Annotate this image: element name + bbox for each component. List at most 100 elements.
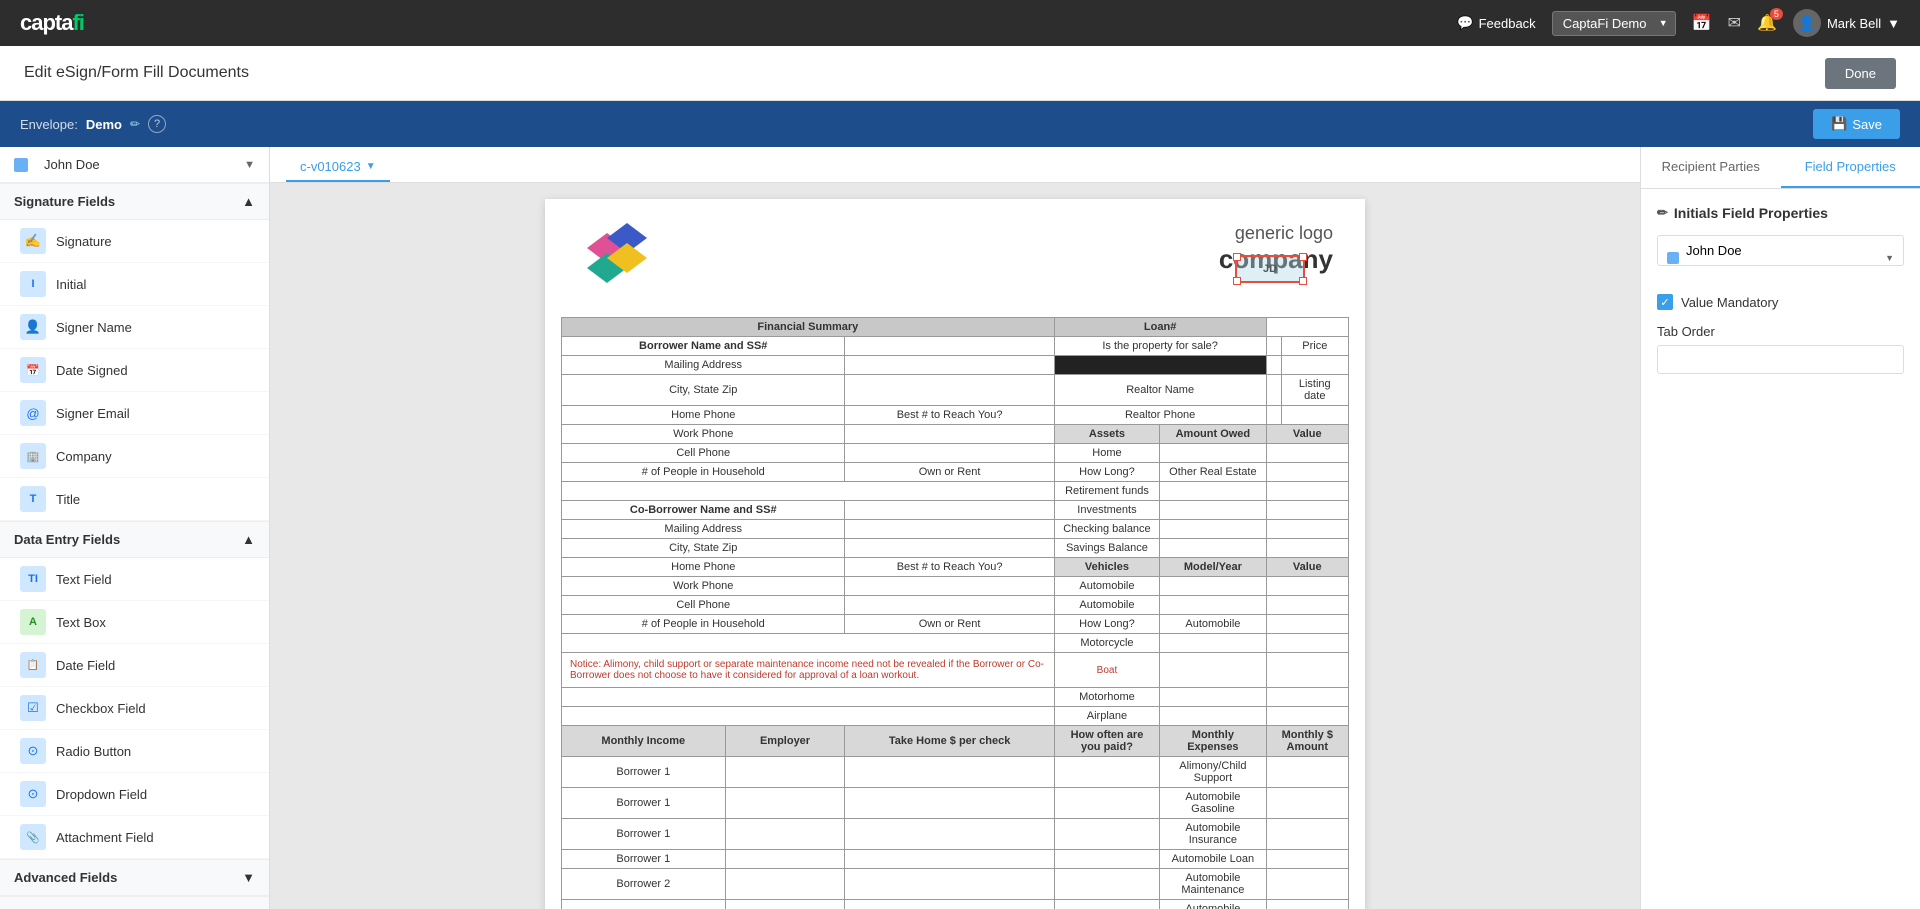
field-item-date-field[interactable]: 📋 Date Field: [0, 644, 269, 687]
table-cell: Own or Rent: [845, 463, 1054, 482]
table-cell: [1266, 356, 1281, 375]
table-cell: [1266, 634, 1348, 653]
table-cell: [562, 482, 1055, 501]
table-row: City, State Zip Savings Balance: [562, 539, 1349, 558]
table-cell: [1160, 501, 1266, 520]
signer-email-field-icon: @: [20, 400, 46, 426]
field-item-radio[interactable]: ⊙ Radio Button: [0, 730, 269, 773]
tab-recipient-parties[interactable]: Recipient Parties: [1641, 147, 1781, 188]
text-box-field-icon: A: [20, 609, 46, 635]
table-row: Mailing Address Checking balance: [562, 520, 1349, 539]
field-item-title[interactable]: T Title: [0, 478, 269, 521]
done-button[interactable]: Done: [1825, 58, 1896, 89]
table-cell: Take Home $ per check: [845, 726, 1054, 757]
notice-row: Notice: Alimony, child support or separa…: [562, 653, 1349, 688]
field-item-text-box[interactable]: A Text Box: [0, 601, 269, 644]
calendar-icon[interactable]: 📅: [1692, 13, 1712, 33]
recipient-selector[interactable]: John Doe ▼: [0, 147, 269, 183]
document-page: generic logo company JD: [545, 199, 1365, 909]
table-cell: [1266, 819, 1348, 850]
table-row: Borrower 1 Automobile Loan: [562, 850, 1349, 869]
doc-logo-area: generic logo company JD: [545, 199, 1365, 317]
table-cell: Is the property for sale?: [1054, 337, 1266, 356]
initial-field-label: Initial: [56, 277, 86, 292]
tab-order-section: Tab Order: [1657, 324, 1904, 374]
recipient-name: John Doe: [44, 157, 100, 172]
value-mandatory-checkbox[interactable]: ✓: [1657, 294, 1673, 310]
table-cell: City, State Zip: [562, 539, 845, 558]
table-row: Cell Phone Automobile: [562, 596, 1349, 615]
table-cell: [1266, 539, 1348, 558]
save-button[interactable]: 💾 Save: [1813, 109, 1900, 139]
table-cell: [845, 577, 1054, 596]
title-field-label: Title: [56, 492, 80, 507]
mail-icon[interactable]: ✉: [1728, 13, 1741, 33]
signature-fields-header[interactable]: Signature Fields ▲: [0, 183, 269, 220]
table-cell: Home Phone: [562, 406, 845, 425]
date-field-label: Date Field: [56, 658, 115, 673]
table-cell: Alimony/Child Support: [1160, 757, 1266, 788]
recipient-dropdown[interactable]: John Doe: [1657, 235, 1904, 266]
field-item-date-signed[interactable]: 📅 Date Signed: [0, 349, 269, 392]
field-item-dropdown[interactable]: ⊙ Dropdown Field: [0, 773, 269, 816]
field-item-initial[interactable]: I Initial: [0, 263, 269, 306]
table-cell: [725, 900, 845, 909]
date-signed-field-icon: 📅: [20, 357, 46, 383]
tab-order-input[interactable]: [1657, 345, 1904, 374]
table-cell: Automobile Loan: [1160, 850, 1266, 869]
tab-field-properties[interactable]: Field Properties: [1781, 147, 1920, 188]
field-properties-title-text: Initials Field Properties: [1674, 205, 1828, 221]
field-item-checkbox[interactable]: ☑ Checkbox Field: [0, 687, 269, 730]
table-cell: [562, 707, 1055, 726]
feedback-icon: 💬: [1457, 15, 1473, 31]
recipient-dd-color: [1667, 252, 1679, 264]
tab-label: c-v010623: [300, 159, 361, 174]
table-row: Borrower 1 Alimony/Child Support: [562, 757, 1349, 788]
table-cell: How Long?: [1054, 463, 1160, 482]
signer-name-field-label: Signer Name: [56, 320, 132, 335]
field-item-attachment[interactable]: 📎 Attachment Field: [0, 816, 269, 859]
table-cell: Checking balance: [1054, 520, 1160, 539]
advanced-fields-header[interactable]: Advanced Fields ▼: [0, 859, 269, 896]
table-cell: [845, 425, 1054, 444]
table-cell: [725, 757, 845, 788]
resize-handle-tr[interactable]: [1299, 253, 1307, 261]
table-cell: [1160, 482, 1266, 501]
personalized-fields-header[interactable]: Personalized Fields ▼: [0, 896, 269, 909]
resize-handle-br[interactable]: [1299, 277, 1307, 285]
table-cell: Borrower Name and SS#: [562, 337, 845, 356]
table-cell: [725, 819, 845, 850]
right-panel: Recipient Parties Field Properties ✏ Ini…: [1640, 147, 1920, 909]
notification-bell[interactable]: 🔔 5: [1757, 13, 1777, 33]
field-item-signer-name[interactable]: 👤 Signer Name: [0, 306, 269, 349]
field-item-signer-email[interactable]: @ Signer Email: [0, 392, 269, 435]
text-box-field-label: Text Box: [56, 615, 106, 630]
feedback-button[interactable]: 💬 Feedback: [1457, 15, 1535, 31]
save-icon: 💾: [1831, 116, 1847, 132]
doc-scroll-area[interactable]: generic logo company JD: [270, 183, 1640, 909]
initial-field-icon: I: [20, 271, 46, 297]
initials-field[interactable]: JD: [1235, 255, 1305, 283]
resize-handle-tl[interactable]: [1233, 253, 1241, 261]
table-cell: Boat: [1054, 653, 1160, 688]
field-item-signature[interactable]: ✍ Signature: [0, 220, 269, 263]
table-cell: [1054, 819, 1160, 850]
user-info[interactable]: 👤 Mark Bell ▼: [1793, 9, 1900, 37]
envelope-edit-icon[interactable]: ✏: [130, 117, 140, 131]
document-page-wrapper: generic logo company JD: [545, 199, 1365, 893]
table-cell: Vehicles: [1054, 558, 1160, 577]
company-selector[interactable]: CaptaFi Demo: [1552, 11, 1676, 36]
table-cell: [1266, 520, 1348, 539]
table-cell: Best # to Reach You?: [845, 558, 1054, 577]
table-row: Borrower 2 Automobile Maintenance: [562, 869, 1349, 900]
field-item-text-field[interactable]: TI Text Field: [0, 558, 269, 601]
help-icon[interactable]: ?: [148, 115, 166, 133]
logo: captafi: [20, 10, 84, 36]
table-cell: [1266, 757, 1348, 788]
field-item-company[interactable]: 🏢 Company: [0, 435, 269, 478]
table-row: Motorcycle: [562, 634, 1349, 653]
document-tab[interactable]: c-v010623 ▼: [286, 153, 390, 182]
table-cell: [1054, 356, 1266, 375]
resize-handle-bl[interactable]: [1233, 277, 1241, 285]
data-entry-fields-header[interactable]: Data Entry Fields ▲: [0, 521, 269, 558]
